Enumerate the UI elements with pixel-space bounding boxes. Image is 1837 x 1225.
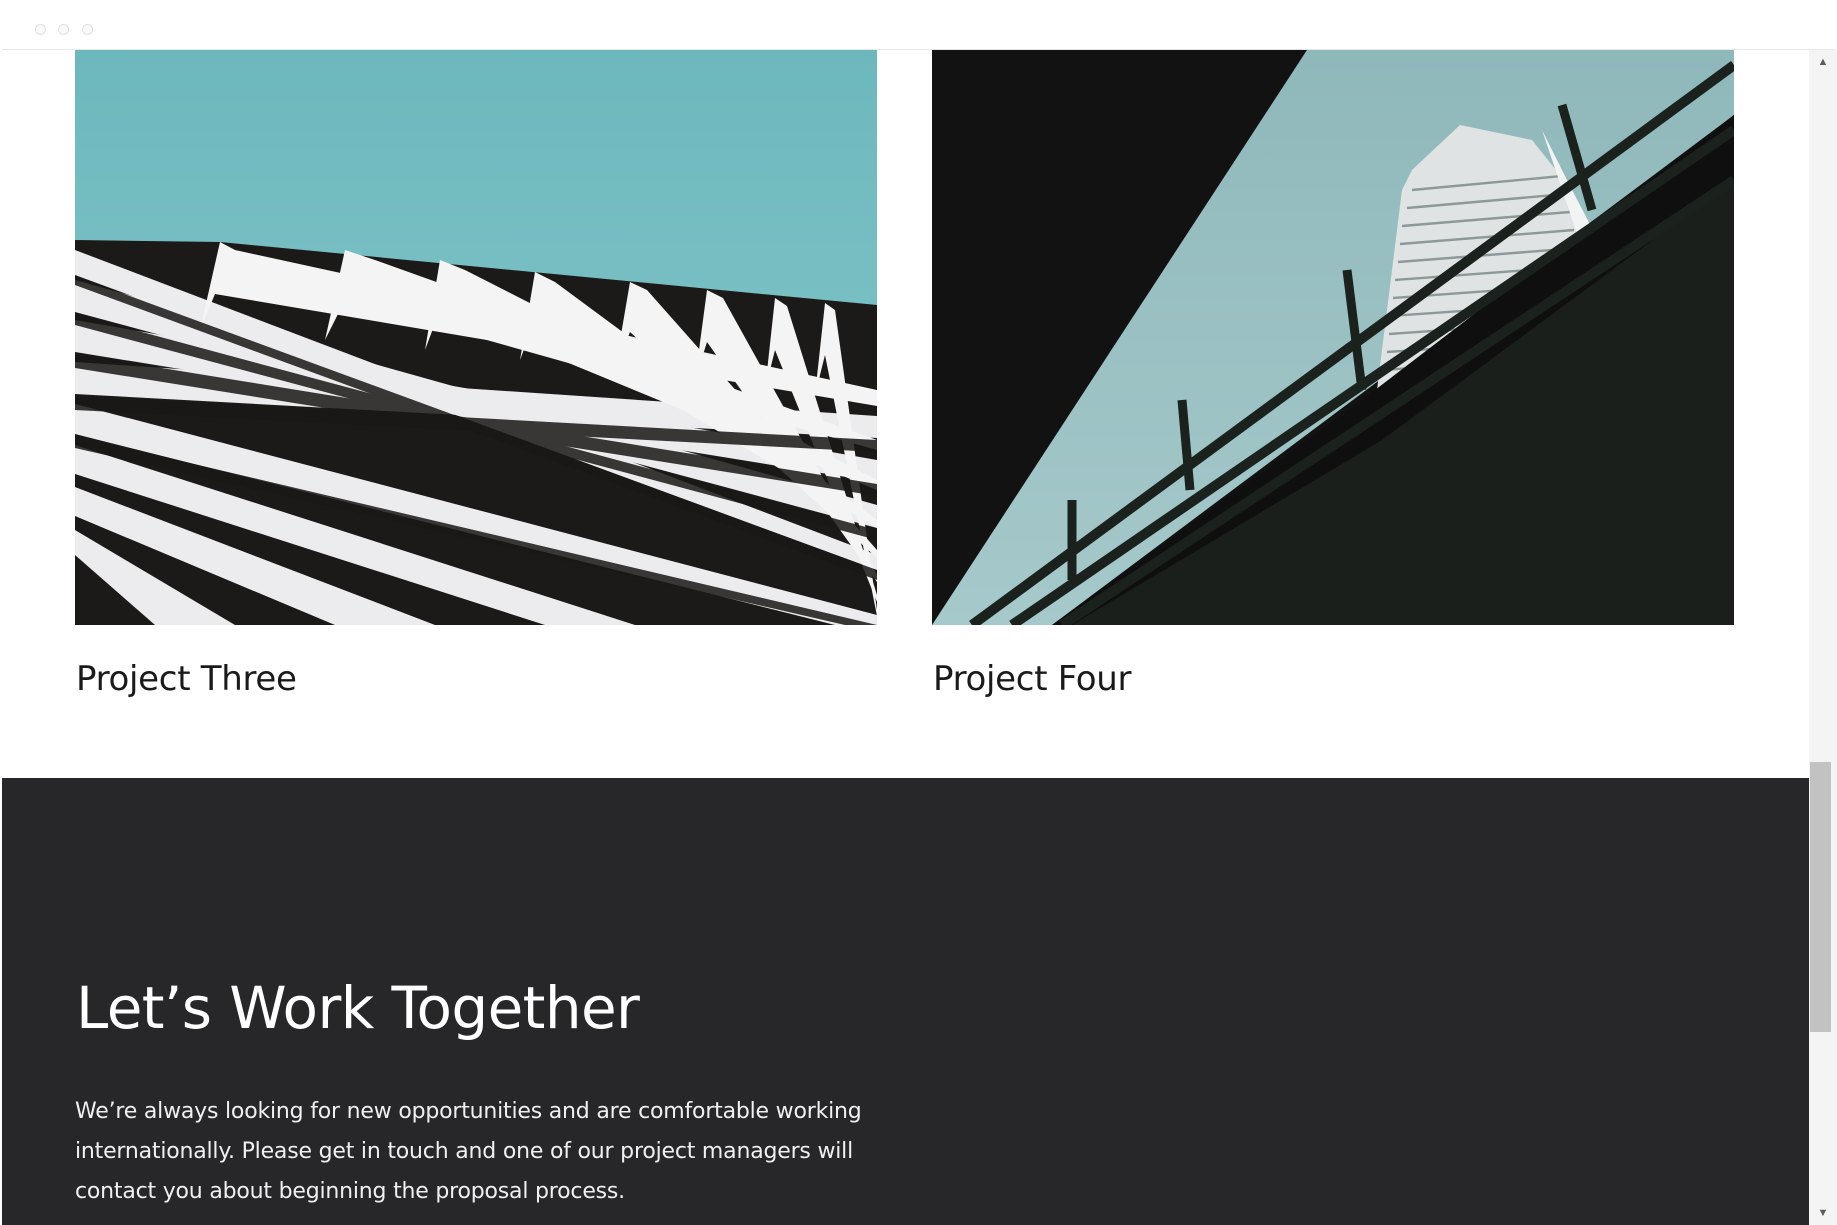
page-viewport: Project Three Project Four Let’s Work To… xyxy=(2,50,1809,1225)
browser-window: Project Three Project Four Let’s Work To… xyxy=(0,0,1837,1225)
scrollbar-thumb[interactable] xyxy=(1810,762,1831,1032)
scroll-down-icon[interactable]: ▼ xyxy=(1809,1203,1837,1223)
window-titlebar xyxy=(2,10,1835,50)
minimize-window-icon[interactable] xyxy=(58,24,69,35)
contact-description: We’re always looking for new opportuniti… xyxy=(75,1099,862,1204)
project-three-title[interactable]: Project Three xyxy=(76,659,297,699)
close-window-icon[interactable] xyxy=(35,24,46,35)
vertical-scrollbar[interactable]: ▲ ▼ xyxy=(1809,50,1837,1225)
project-three-image[interactable] xyxy=(75,50,877,625)
contact-section: Let’s Work Together We’re always looking… xyxy=(2,778,1809,1225)
project-four-title[interactable]: Project Four xyxy=(933,659,1132,699)
contact-heading: Let’s Work Together xyxy=(76,974,640,1042)
maximize-window-icon[interactable] xyxy=(82,24,93,35)
scroll-up-icon[interactable]: ▲ xyxy=(1809,52,1837,72)
project-four-image[interactable] xyxy=(932,50,1734,625)
